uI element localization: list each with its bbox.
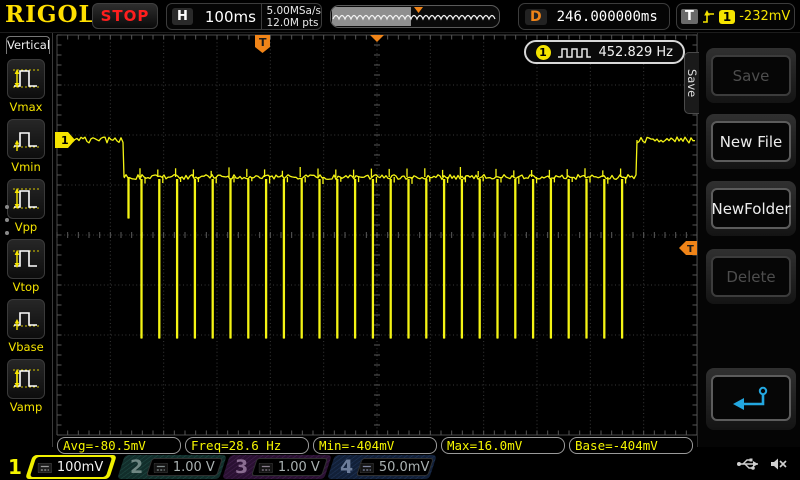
vpp-icon [7, 179, 45, 219]
waveform-display[interactable]: 1 T T 1 452.829 Hz [53, 33, 697, 437]
svg-text:1: 1 [61, 134, 69, 147]
softkey-group: New File [706, 114, 796, 169]
frequency-counter: 1 452.829 Hz [524, 40, 686, 64]
trigger-label: T [681, 9, 698, 24]
channel-2-scale: 1.00 V [173, 460, 215, 475]
channel-1-scale: 100mV [57, 460, 103, 475]
channel-3-scale: 1.00 V [278, 460, 320, 475]
save-button[interactable]: Save [711, 55, 791, 96]
measurement-avg[interactable]: Avg=-80.5mV [57, 437, 181, 454]
vtop-icon [7, 239, 45, 279]
menu-item-label: Vpp [15, 220, 37, 234]
channel-4-scale: 50.0mV [379, 460, 430, 475]
menu-item-label: Vtop [13, 280, 40, 294]
channel-2-number: 2 [130, 456, 143, 478]
horizontal-timebase-box[interactable]: H 100ms 5.00MSa/s 12.0M pts [166, 3, 322, 30]
channel-3-badge: 3 1.00 V [222, 455, 332, 479]
dc-coupling-icon [38, 462, 52, 472]
divider [261, 4, 262, 29]
speaker-muted-icon [770, 457, 788, 471]
channel-3-number: 3 [235, 456, 248, 478]
save-menu-panel: Save Save New File NewFolder Delete [697, 33, 800, 447]
channel-2-status[interactable]: 2 1.00 V [121, 454, 226, 480]
rising-edge-icon [702, 9, 715, 25]
page-dot [5, 218, 9, 222]
measurement-min[interactable]: Min=-404mV [313, 437, 437, 454]
rigol-logo: RIGOL [5, 1, 96, 28]
channel-1-badge: 100mV [25, 455, 117, 479]
system-status-icons [736, 457, 788, 471]
dc-coupling-icon [360, 462, 374, 472]
channel-1-number: 1 [8, 455, 22, 479]
timebase-value: 100ms [205, 8, 259, 26]
run-stop-status[interactable]: STOP [92, 3, 158, 29]
measurement-menu-title: Vertical [6, 36, 50, 54]
measurement-menu: Vertical Vmax Vmin Vpp Vtop Vbase V [0, 33, 53, 447]
trigger-level-marker[interactable]: T [679, 241, 697, 255]
menu-item-label: Vmin [11, 160, 41, 174]
softkey-group [706, 368, 796, 430]
freq-counter-channel-badge: 1 [536, 45, 551, 60]
vamp-icon [7, 359, 45, 399]
delay-value: 246.000000ms [557, 9, 658, 25]
page-dot [5, 205, 9, 209]
channel-1-status[interactable]: 1 100mV [0, 454, 121, 480]
new-folder-button[interactable]: NewFolder [711, 188, 791, 229]
sample-rate: 5.00MSa/s [266, 5, 321, 17]
usb-icon [736, 457, 760, 471]
vmax-icon [7, 59, 45, 99]
square-wave-icon [557, 46, 593, 59]
trigger-source-badge: 1 [719, 10, 735, 24]
channel-3-status[interactable]: 3 1.00 V [226, 454, 331, 480]
channel-status-bar: 1 100mV 2 [0, 454, 800, 480]
measurement-base[interactable]: Base=-404mV [569, 437, 693, 454]
svg-text:T: T [259, 36, 267, 49]
new-file-button[interactable]: New File [711, 121, 791, 162]
softkey-group: Save [706, 48, 796, 103]
measurement-results-row: Avg=-80.5mV Freq=28.6 Hz Min=-404mV Max=… [57, 437, 693, 454]
acquisition-info: 5.00MSa/s 12.0M pts [266, 5, 321, 29]
softkey-group: NewFolder [706, 181, 796, 236]
channel1-marker[interactable]: 1 [55, 132, 75, 148]
page-dot [5, 231, 9, 235]
menu-item-vmin[interactable]: Vmin [0, 119, 52, 174]
top-status-bar: RIGOL STOP H 100ms 5.00MSa/s 12.0M pts D… [0, 0, 800, 33]
menu-item-label: Vmax [10, 100, 43, 114]
memory-depth: 12.0M pts [266, 17, 321, 29]
menu-tab-save: Save [684, 52, 699, 114]
return-button[interactable] [711, 375, 791, 421]
delay-readout-box[interactable]: D 246.000000ms [518, 3, 670, 30]
delay-label: D [525, 9, 547, 25]
svg-text:T: T [687, 244, 694, 255]
memory-position-thumbnail[interactable] [330, 5, 500, 28]
menu-page-indicator [5, 205, 9, 235]
return-arrow-icon [729, 384, 773, 412]
vmin-icon [7, 119, 45, 159]
dc-coupling-icon [154, 462, 168, 472]
channel-2-badge: 2 1.00 V [117, 455, 227, 479]
delay-center-marker [370, 35, 384, 42]
dc-coupling-icon [259, 462, 273, 472]
freq-counter-value: 452.829 Hz [599, 45, 674, 60]
delete-button[interactable]: Delete [711, 256, 791, 297]
trigger-position-flag[interactable]: T [255, 35, 270, 53]
menu-item-vamp[interactable]: Vamp [0, 359, 52, 414]
graticule: 1 T T [53, 33, 697, 437]
trigger-level-value: -232mV [739, 9, 790, 24]
menu-item-label: Vbase [8, 340, 43, 354]
trigger-readout-box[interactable]: T 1 -232mV [676, 3, 795, 30]
menu-item-vmax[interactable]: Vmax [0, 59, 52, 114]
softkey-group: Delete [706, 249, 796, 304]
channel-4-badge: 4 50.0mV [327, 455, 437, 479]
channel-4-status[interactable]: 4 50.0mV [331, 454, 436, 480]
vbase-icon [7, 299, 45, 339]
channel-4-number: 4 [340, 456, 353, 478]
horizontal-label: H [172, 8, 193, 25]
memory-waveform-icon [331, 6, 499, 27]
menu-item-vtop[interactable]: Vtop [0, 239, 52, 294]
menu-item-vbase[interactable]: Vbase [0, 299, 52, 354]
measurement-freq[interactable]: Freq=28.6 Hz [185, 437, 309, 454]
menu-item-label: Vamp [10, 400, 43, 414]
measurement-max[interactable]: Max=16.0mV [441, 437, 565, 454]
